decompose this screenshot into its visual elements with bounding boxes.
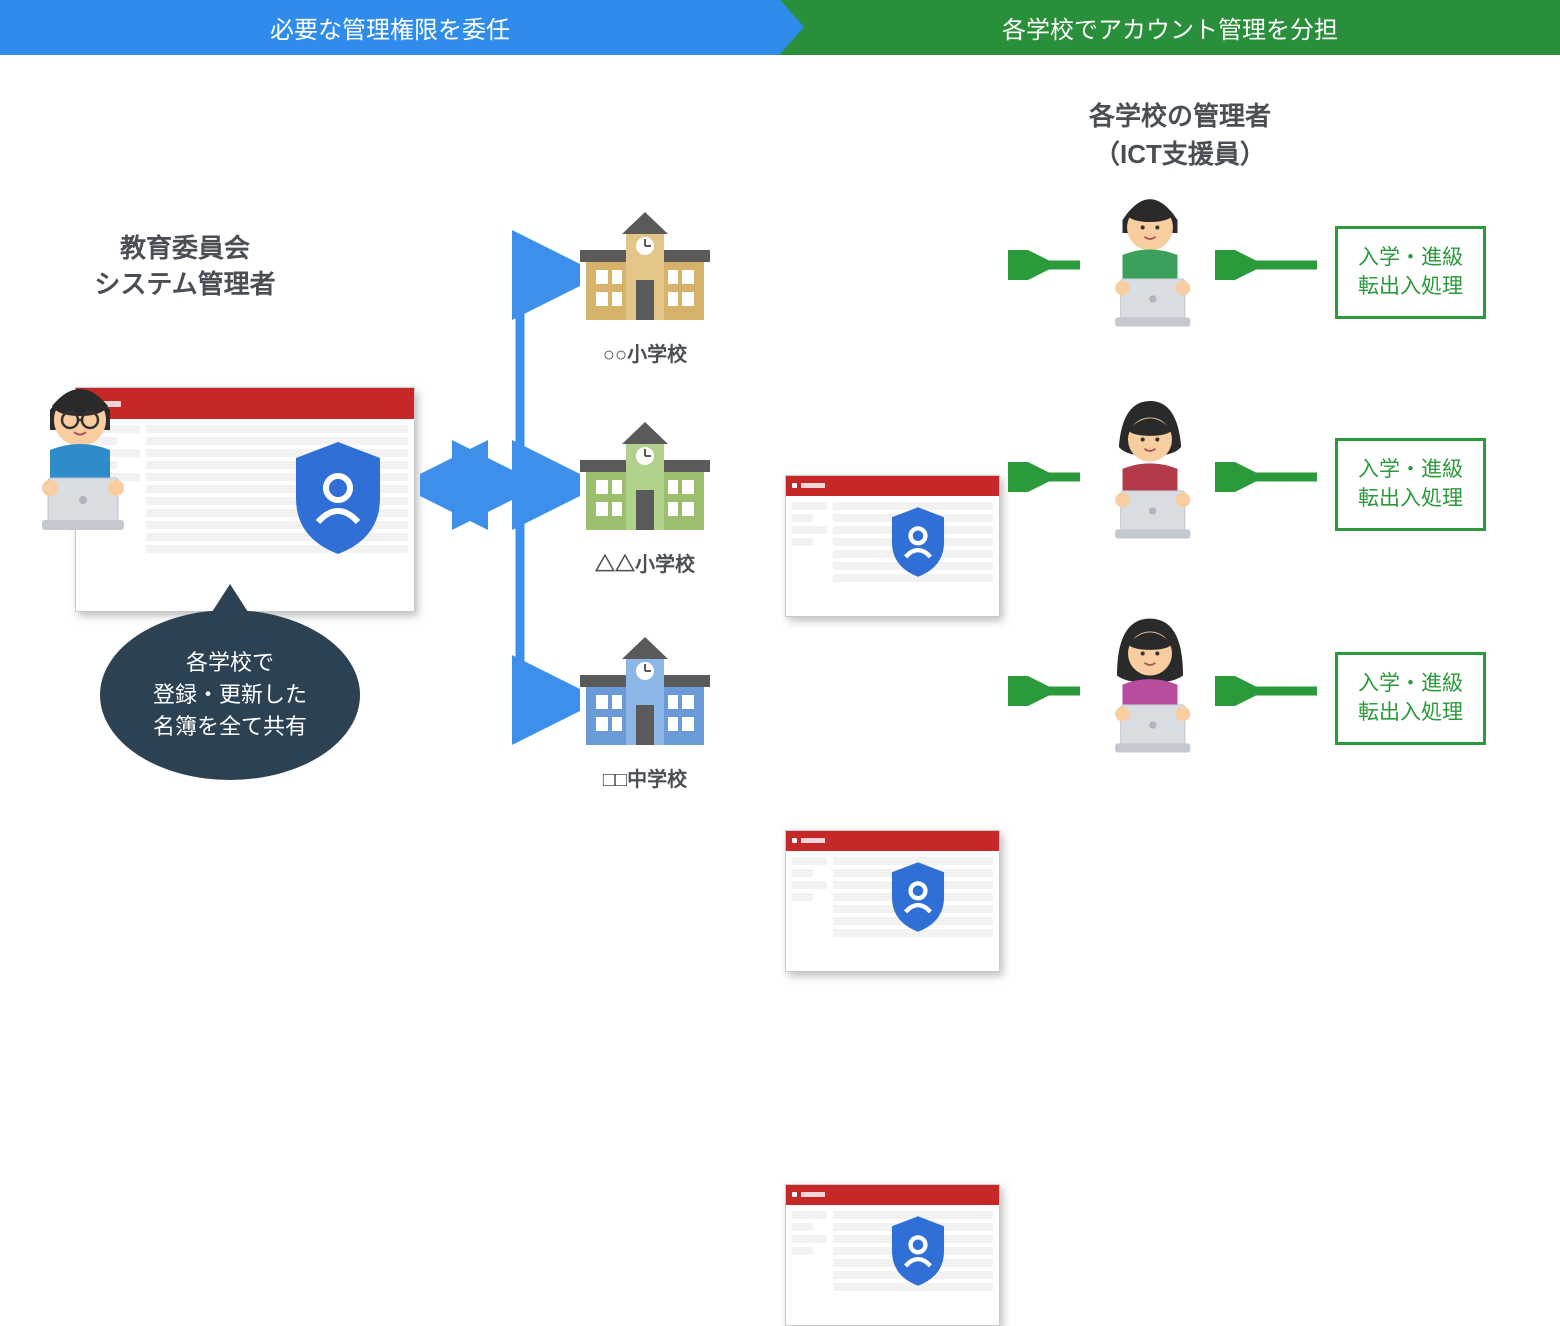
task-line2: 転出入処理 [1358,698,1463,727]
school-panel-1 [785,475,1000,617]
taskbox-2: 入学・進級 転出入処理 [1335,438,1486,531]
green-arrow-2 [1008,462,1088,492]
admin-label: 教育委員会 システム管理者 [40,230,330,303]
school-3: □□中学校 [580,635,710,792]
green-arrow-3b [1215,676,1325,706]
shield-icon [887,1213,949,1289]
blue-arrows [420,200,580,760]
school-panel-3 [785,1184,1000,1326]
shield-icon [288,438,388,558]
bubble-line3: 名簿を全て共有 [153,711,307,743]
school-building-icon [580,635,710,750]
green-arrow-1b [1215,250,1325,280]
task-line1: 入学・進級 [1358,455,1463,484]
school-2-name: △△小学校 [580,548,710,577]
school-person-1 [1095,180,1205,335]
admin-label-line2: システム管理者 [40,266,330,302]
banner-delegate-text: 必要な管理権限を委任 [270,10,510,45]
header: 必要な管理権限を委任 各学校でアカウント管理を分担 [0,0,1560,55]
school-admin-label: 各学校の管理者 （ICT支援員） [1040,98,1320,173]
person-icon [1095,180,1205,330]
school-2: △△小学校 [580,420,710,577]
shield-icon [887,504,949,580]
admin-bubble: 各学校で 登録・更新した 名簿を全て共有 [100,610,360,780]
school-person-3 [1095,606,1205,761]
school-building-icon [580,210,710,325]
school-panel-2 [785,830,1000,972]
task-line2: 転出入処理 [1358,272,1463,301]
admin-label-line1: 教育委員会 [40,230,330,266]
admin-person [20,370,140,535]
task-line2: 転出入処理 [1358,484,1463,513]
school-1: ○○小学校 [580,210,710,367]
taskbox-1: 入学・進級 転出入処理 [1335,226,1486,319]
banner-distribute: 各学校でアカウント管理を分担 [780,0,1560,55]
school-admin-line1: 各学校の管理者 [1040,98,1320,136]
banner-distribute-text: 各学校でアカウント管理を分担 [1002,10,1338,45]
person-icon [1095,606,1205,756]
school-1-name: ○○小学校 [580,338,710,367]
school-admin-line2: （ICT支援員） [1040,136,1320,174]
task-line1: 入学・進級 [1358,669,1463,698]
bubble-line1: 各学校で [153,647,307,679]
banner-delegate: 必要な管理権限を委任 [0,0,780,55]
school-building-icon [580,420,710,535]
taskbox-3: 入学・進級 転出入処理 [1335,652,1486,745]
green-arrow-3 [1008,676,1088,706]
bubble-line2: 登録・更新した [153,679,307,711]
task-line1: 入学・進級 [1358,243,1463,272]
person-icon [1095,392,1205,542]
green-arrow-1 [1008,250,1088,280]
school-3-name: □□中学校 [580,763,710,792]
green-arrow-2b [1215,462,1325,492]
shield-icon [887,859,949,935]
school-person-2 [1095,392,1205,547]
admin-person-icon [20,370,140,530]
